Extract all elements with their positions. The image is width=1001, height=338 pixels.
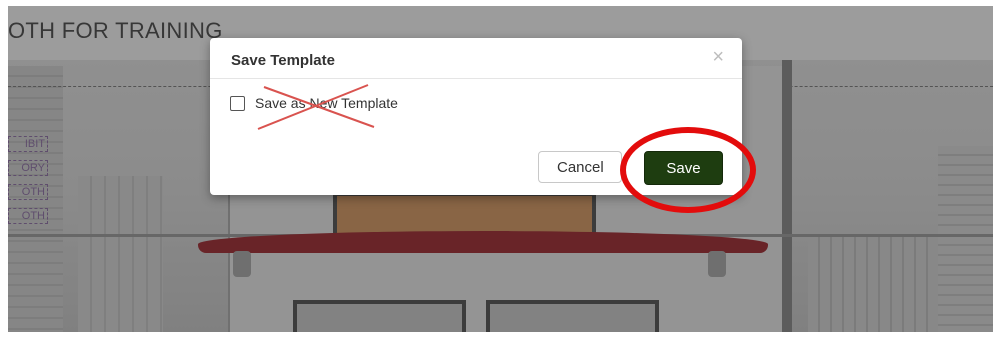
screenshot-frame: OTH FOR TRAINING IBIT ORY OTH OTH Save T…	[8, 6, 993, 332]
dialog-title: Save Template	[231, 52, 335, 69]
save-button[interactable]: Save	[644, 151, 723, 185]
dialog-body: Save as New Template	[210, 79, 742, 131]
close-icon[interactable]: ×	[712, 46, 724, 69]
save-template-dialog: Save Template × Save as New Template Can…	[210, 38, 742, 195]
cross-out-mark	[257, 84, 375, 130]
dialog-header: Save Template ×	[210, 38, 742, 79]
save-as-new-checkbox[interactable]	[230, 95, 245, 111]
cancel-button[interactable]: Cancel	[538, 151, 622, 183]
